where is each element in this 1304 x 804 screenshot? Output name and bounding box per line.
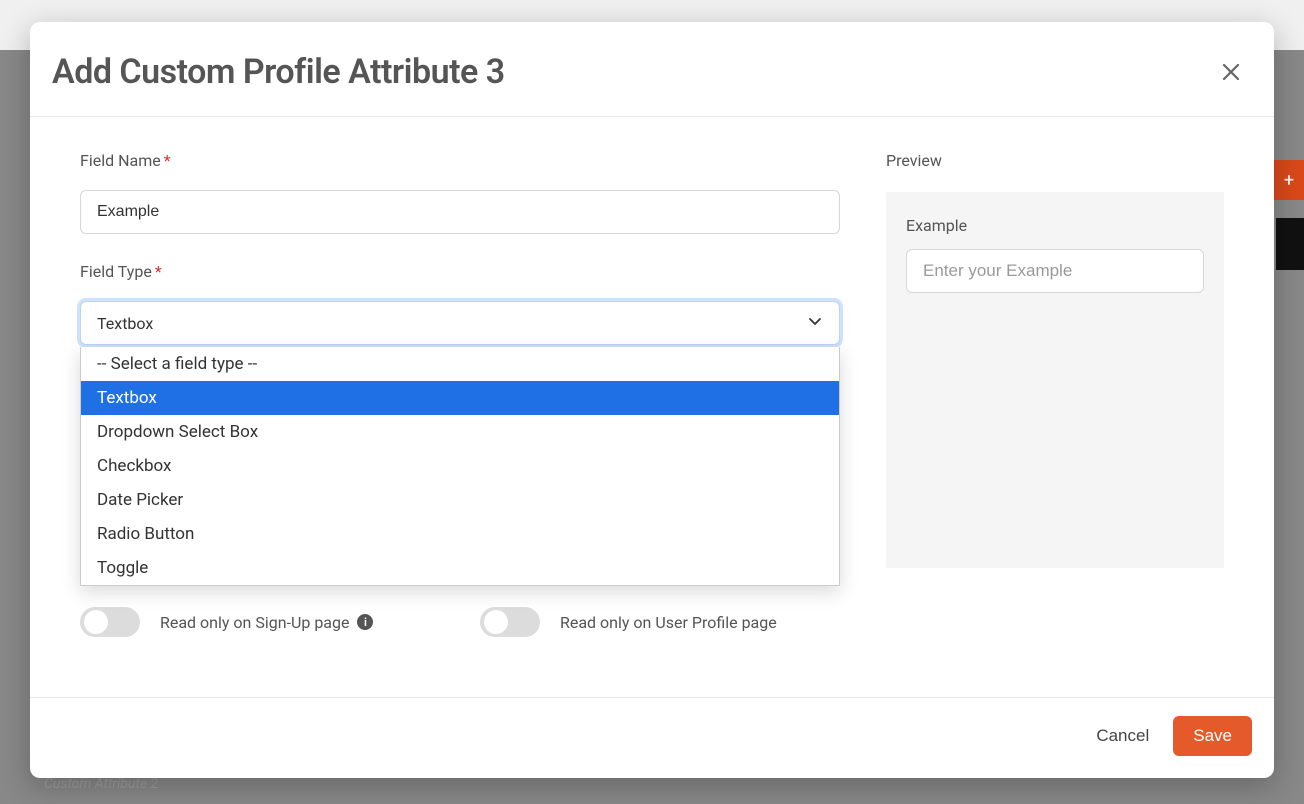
close-button[interactable] <box>1218 59 1244 85</box>
form-column: Field Name* Field Type* Textbox <box>80 151 840 687</box>
plus-icon: + <box>1284 170 1294 191</box>
field-type-label: Field Type* <box>80 262 840 281</box>
save-button[interactable]: Save <box>1173 716 1252 756</box>
readonly-signup-label: Read only on Sign-Up page i <box>160 613 373 632</box>
preview-heading: Preview <box>886 151 1224 170</box>
modal-footer: Cancel Save <box>30 697 1274 778</box>
preview-input[interactable] <box>906 249 1204 293</box>
readonly-signup-toggle[interactable] <box>80 607 140 637</box>
readonly-profile-item: Read only on User Profile page <box>480 607 840 637</box>
modal-header: Add Custom Profile Attribute 3 <box>30 22 1274 117</box>
field-type-dropdown: -- Select a field type -- Textbox Dropdo… <box>80 347 840 586</box>
field-type-label-text: Field Type <box>80 262 152 281</box>
required-asterisk: * <box>155 262 162 281</box>
bg-add-button[interactable]: + <box>1274 160 1304 200</box>
readonly-profile-label-text: Read only on User Profile page <box>560 613 777 632</box>
chevron-down-icon <box>807 313 823 333</box>
readonly-profile-label: Read only on User Profile page <box>560 613 777 632</box>
modal-title: Add Custom Profile Attribute 3 <box>52 52 505 92</box>
bg-attribute-row-label: Custom Attribute 2 <box>44 776 158 792</box>
info-icon[interactable]: i <box>357 614 373 630</box>
field-type-group: Field Type* Textbox -- Select a field ty… <box>80 262 840 345</box>
close-icon <box>1221 62 1241 82</box>
field-type-selected-value: Textbox <box>97 314 153 333</box>
readonly-toggle-row: Read only on Sign-Up page i Read only on… <box>80 607 840 637</box>
readonly-profile-toggle[interactable] <box>480 607 540 637</box>
option-placeholder[interactable]: -- Select a field type -- <box>81 347 839 381</box>
preview-column: Preview Example <box>886 151 1224 687</box>
option-checkbox[interactable]: Checkbox <box>81 449 839 483</box>
bg-dark-panel <box>1276 218 1304 270</box>
readonly-signup-item: Read only on Sign-Up page i <box>80 607 440 637</box>
readonly-signup-label-text: Read only on Sign-Up page <box>160 613 349 632</box>
preview-box: Example <box>886 192 1224 568</box>
field-type-select: Textbox -- Select a field type -- Textbo… <box>80 301 840 345</box>
cancel-button[interactable]: Cancel <box>1096 726 1149 746</box>
option-textbox[interactable]: Textbox <box>81 381 839 415</box>
add-attribute-modal: Add Custom Profile Attribute 3 Field Nam… <box>30 22 1274 778</box>
field-type-select-button[interactable]: Textbox <box>80 301 840 345</box>
required-asterisk: * <box>164 151 171 170</box>
option-radio-button[interactable]: Radio Button <box>81 517 839 551</box>
option-dropdown-select-box[interactable]: Dropdown Select Box <box>81 415 839 449</box>
modal-body: Field Name* Field Type* Textbox <box>30 117 1274 697</box>
field-name-label: Field Name* <box>80 151 840 170</box>
field-name-label-text: Field Name <box>80 151 161 170</box>
preview-field-label: Example <box>906 216 1204 235</box>
field-name-input[interactable] <box>80 190 840 234</box>
option-date-picker[interactable]: Date Picker <box>81 483 839 517</box>
option-toggle[interactable]: Toggle <box>81 551 839 585</box>
field-name-group: Field Name* <box>80 151 840 234</box>
